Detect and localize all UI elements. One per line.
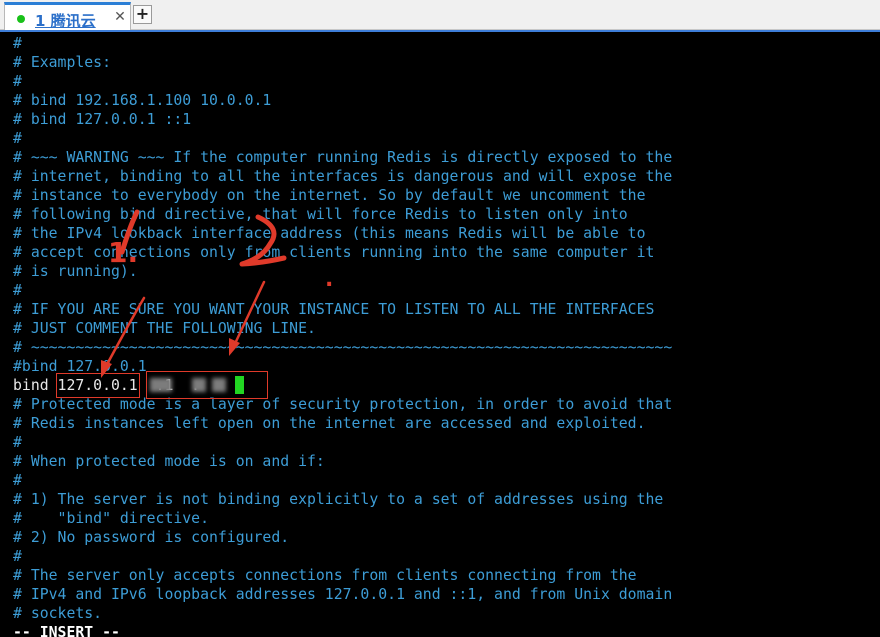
annotation-dot: . xyxy=(325,267,333,292)
arrow-2 xyxy=(230,280,266,352)
arrow-1-head xyxy=(101,360,112,378)
arrow-1 xyxy=(102,296,146,372)
annotation-stroke xyxy=(239,214,287,267)
arrow-2-head xyxy=(229,338,240,356)
annotation-number-1: 1. xyxy=(108,236,138,269)
handwritten-annotations: 1. 2 . xyxy=(101,209,333,378)
